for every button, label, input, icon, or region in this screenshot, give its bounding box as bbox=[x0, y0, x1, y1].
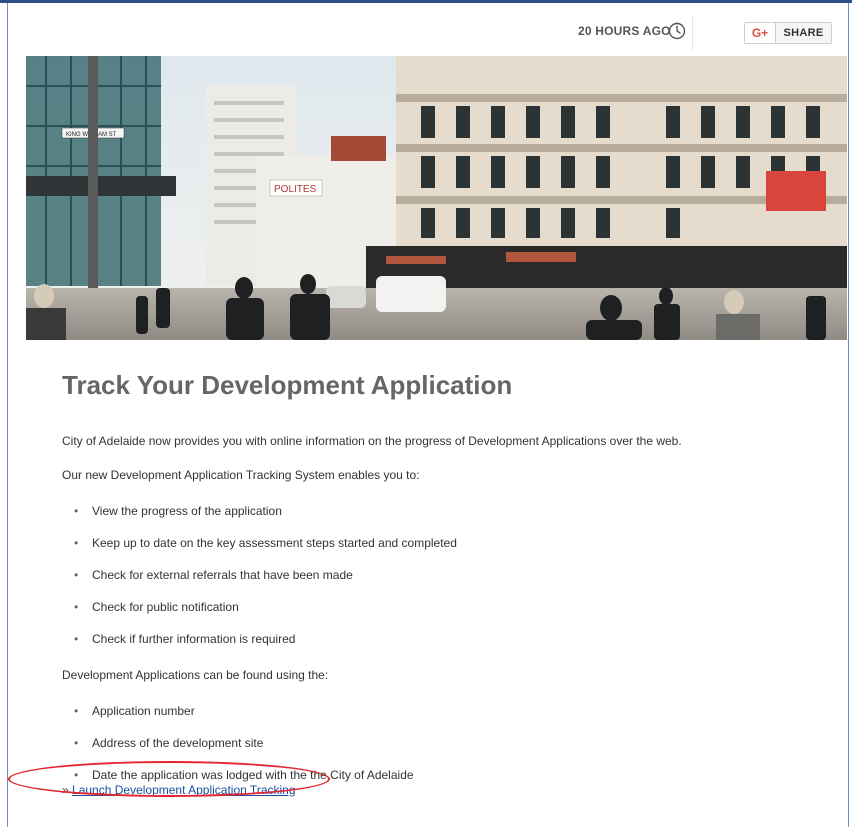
meta-divider bbox=[692, 16, 693, 50]
enables-intro: Our new Development Application Tracking… bbox=[62, 468, 420, 482]
time-ago: 20 HOURS AGO bbox=[578, 24, 671, 38]
polites-sign: POLITES bbox=[274, 184, 317, 195]
top-border bbox=[0, 0, 852, 3]
list-item: • Check for public notification bbox=[74, 600, 239, 614]
list-item: • Date the application was lodged with th… bbox=[74, 768, 414, 782]
list-item: • Application number bbox=[74, 704, 195, 718]
share-button[interactable]: G+ SHARE bbox=[744, 22, 832, 44]
list-item: • Check for external referrals that have … bbox=[74, 568, 353, 582]
launch-row: » Launch Development Application Trackin… bbox=[62, 783, 296, 797]
right-border bbox=[848, 3, 849, 827]
list-item: • Keep up to date on the key assessment s… bbox=[74, 536, 457, 550]
launch-tracking-link[interactable]: Launch Development Application Tracking bbox=[72, 783, 295, 797]
google-plus-icon: G+ bbox=[745, 23, 776, 43]
browser-frame: 20 HOURS AGO G+ SHARE POLITES KING ST Tr… bbox=[0, 0, 852, 827]
list-item: • View the progress of the application bbox=[74, 504, 282, 518]
clock-icon bbox=[668, 22, 686, 40]
share-label: SHARE bbox=[783, 27, 824, 39]
page-title: Track Your Development Application bbox=[62, 370, 513, 400]
intro-paragraph: City of Adelaide now provides you with o… bbox=[62, 434, 682, 448]
list-item: • Check if further information is require… bbox=[74, 632, 296, 646]
hero-image: POLITES KING WILLIAM ST bbox=[26, 56, 847, 340]
left-border bbox=[7, 3, 8, 827]
article-meta-bar: 20 HOURS AGO G+ SHARE bbox=[26, 10, 847, 56]
street-scene-illustration: POLITES KING WILLIAM ST bbox=[26, 56, 847, 340]
search-intro: Development Applications can be found us… bbox=[62, 668, 329, 682]
launch-prefix: » bbox=[62, 783, 69, 797]
article-card: 20 HOURS AGO G+ SHARE POLITES KING ST Tr… bbox=[26, 10, 847, 827]
list-item: • Address of the development site bbox=[74, 736, 264, 750]
